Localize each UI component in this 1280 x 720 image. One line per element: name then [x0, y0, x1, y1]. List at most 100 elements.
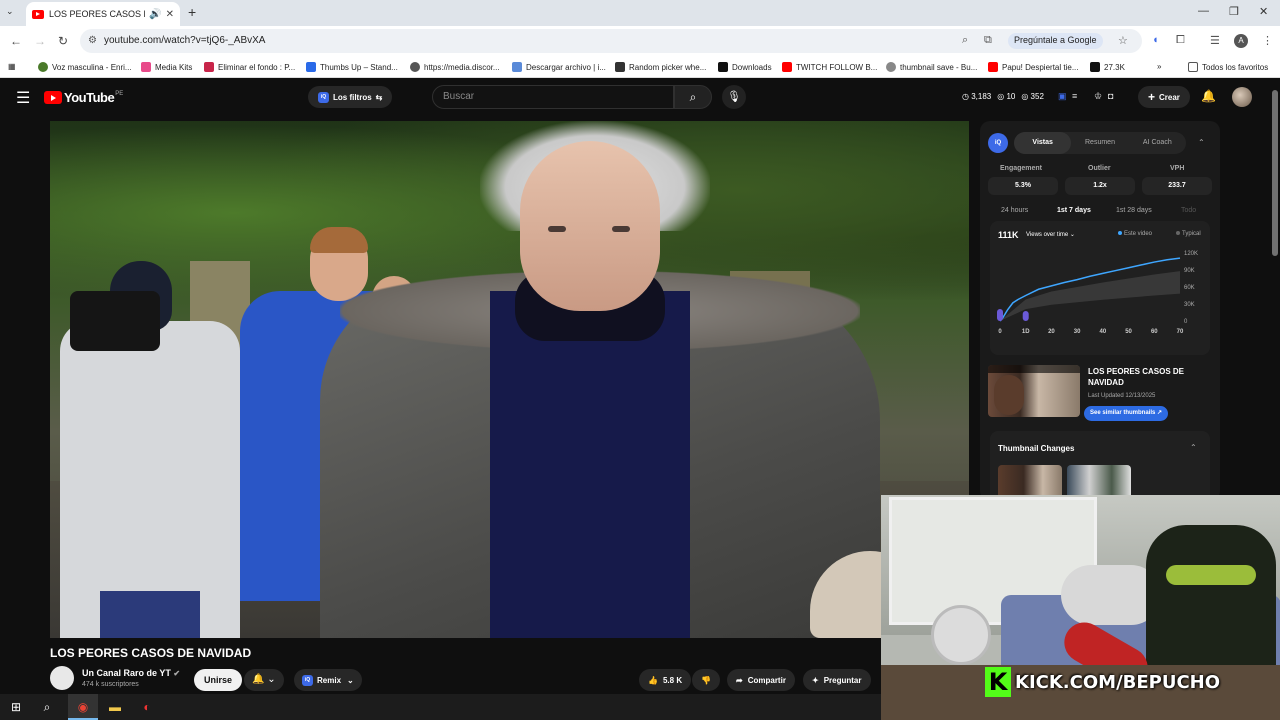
bookmark-favicon-icon: [512, 62, 522, 72]
notification-extension-icon[interactable]: ◘: [1108, 91, 1113, 101]
stat-videos-value: 10: [1006, 92, 1016, 101]
hamburger-menu-icon[interactable]: ☰: [16, 88, 30, 108]
ask-label: Preguntar: [823, 675, 862, 685]
create-button[interactable]: + Crear: [1138, 86, 1190, 108]
windows-start-icon[interactable]: ⊞: [7, 699, 25, 715]
more-bookmarks-icon[interactable]: »: [1157, 62, 1161, 71]
install-icon[interactable]: ⧉: [984, 34, 992, 47]
bookmark-item[interactable]: Descargar archivo | i...: [512, 62, 606, 72]
bookmark-label: 27.3K: [1104, 62, 1125, 72]
video-thumbnail[interactable]: [988, 365, 1080, 417]
address-bar[interactable]: ⚙ youtube.com/watch?v=tjQ6-_ABvXA ⌕ ⧉ Pr…: [80, 29, 1142, 53]
search-input[interactable]: Buscar: [432, 85, 674, 109]
chevron-up-icon[interactable]: ⌃: [1190, 443, 1197, 452]
tab-list-icon[interactable]: ⌄: [6, 6, 14, 17]
subscription-bell-button[interactable]: 🔔 ⌄: [244, 669, 284, 691]
tab-audio-icon[interactable]: 🔊: [149, 9, 161, 20]
bookmark-label: thumbnail save - Bu...: [900, 62, 978, 72]
bookmark-item[interactable]: Eliminar el fondo : P...: [204, 62, 295, 72]
search-button[interactable]: ⌕: [674, 85, 712, 109]
period-28d[interactable]: 1st 28 days: [1116, 207, 1152, 214]
browser-tab[interactable]: LOS PEORES CASOS DE NA 🔊 ✕: [26, 2, 180, 26]
ask-button[interactable]: ✦ Preguntar: [803, 669, 871, 691]
bookmark-item[interactable]: Thumbs Up – Stand...: [306, 62, 398, 72]
iq-extension-icon[interactable]: ▣: [1058, 91, 1067, 102]
site-info-icon[interactable]: ⚙: [88, 35, 97, 46]
bookmark-item[interactable]: thumbnail save - Bu...: [886, 62, 977, 72]
chevron-up-icon[interactable]: ⌃: [1198, 138, 1205, 147]
user-avatar[interactable]: [1232, 87, 1252, 107]
bookmark-item[interactable]: TWITCH FOLLOW B...: [782, 62, 877, 72]
reading-list-icon[interactable]: ☰: [1210, 34, 1220, 47]
join-button[interactable]: Unirse: [194, 669, 243, 691]
zoom-icon[interactable]: ⌕: [962, 34, 968, 47]
bookmark-favicon-icon: [306, 62, 316, 72]
like-button[interactable]: 👍 5.8 K: [639, 669, 692, 691]
back-icon[interactable]: ←: [10, 34, 22, 48]
bookmark-item[interactable]: Papu! Despiertal tie...: [988, 62, 1078, 72]
ask-google-button[interactable]: Pregúntale a Google: [1008, 33, 1103, 49]
taskbar-search-icon[interactable]: ⌕: [38, 699, 56, 715]
webcam-fan: [931, 605, 991, 665]
period-all[interactable]: Todo: [1181, 207, 1196, 214]
video-player[interactable]: [50, 121, 969, 638]
x-tick-label: 20: [1048, 329, 1055, 335]
apps-icon[interactable]: ▦: [8, 62, 16, 71]
voice-search-button[interactable]: 🎙: [722, 85, 746, 109]
all-favorites[interactable]: Todos los favoritos: [1188, 62, 1268, 72]
chrome-taskbar-icon[interactable]: ◉: [74, 699, 92, 715]
notifications-bell-icon[interactable]: 🔔: [1201, 89, 1216, 103]
bookmark-favicon-icon: [141, 62, 151, 72]
new-tab-button[interactable]: +: [188, 4, 196, 20]
man-eye: [548, 226, 566, 232]
similar-video-title: LOS PEORES CASOS DE NAVIDAD: [1088, 367, 1185, 387]
tab-close-icon[interactable]: ✕: [166, 9, 174, 20]
metric-label: VPH: [1170, 165, 1185, 172]
page-scrollbar[interactable]: [1272, 90, 1278, 256]
see-similar-thumbnails-button[interactable]: See similar thumbnails ↗: [1084, 406, 1169, 421]
metric-value: 5.3%: [988, 177, 1058, 195]
obs-taskbar-icon[interactable]: ◐: [138, 699, 156, 715]
chart-metric-dropdown[interactable]: Views over time ⌄: [1026, 231, 1075, 238]
youtube-logo[interactable]: YouTube PE: [44, 90, 123, 105]
bookmark-label: https://media.discor...: [424, 62, 500, 72]
tab-ai-coach[interactable]: AI Coach: [1129, 132, 1186, 154]
bookmark-item[interactable]: Random picker whe...: [615, 62, 706, 72]
bookmark-item[interactable]: https://media.discor...: [410, 62, 500, 72]
minimize-icon[interactable]: —: [1198, 5, 1209, 17]
search-icon: ⌕: [689, 90, 697, 104]
bookmark-item[interactable]: Media Kits: [141, 62, 192, 72]
youtube-wordmark: YouTube: [64, 90, 115, 105]
maximize-icon[interactable]: ❐: [1229, 5, 1239, 18]
tab-resumen[interactable]: Resumen: [1071, 132, 1128, 154]
tab-vistas[interactable]: Vistas: [1014, 132, 1072, 154]
filters-button[interactable]: iQ Los filtros ⇆: [308, 86, 393, 108]
stat-views-value: 3,183: [971, 92, 992, 101]
window-close-icon[interactable]: ✕: [1259, 5, 1268, 18]
bookmark-item[interactable]: Voz masculina - Enri...: [38, 62, 132, 72]
channel-avatar[interactable]: [50, 666, 74, 690]
stat-videos: ◎ 10: [997, 92, 1016, 101]
remix-button[interactable]: iQ Remix ⌄: [294, 669, 362, 691]
extensions-puzzle-icon[interactable]: ⧠: [1176, 34, 1185, 47]
share-button[interactable]: ➦ Compartir: [727, 669, 795, 691]
file-explorer-icon[interactable]: ▬: [106, 699, 124, 715]
forward-icon[interactable]: →: [34, 34, 46, 48]
period-24h[interactable]: 24 hours: [1001, 207, 1028, 214]
bookmark-label: Papu! Despiertal tie...: [1002, 62, 1079, 72]
bookmark-item[interactable]: 27.3K: [1090, 62, 1125, 72]
settings-lines-icon[interactable]: ≡: [1072, 91, 1077, 101]
reload-icon[interactable]: ↻: [58, 34, 68, 48]
period-7d[interactable]: 1st 7 days: [1057, 207, 1091, 214]
trophy-icon[interactable]: ♔: [1094, 91, 1102, 102]
profile-avatar[interactable]: A: [1234, 34, 1248, 48]
verified-icon: ✔: [173, 669, 181, 678]
bookmark-item[interactable]: Downloads: [718, 62, 772, 72]
channel-name[interactable]: Un Canal Raro de YT ✔: [82, 668, 180, 678]
x-tick-label: 1D: [1022, 329, 1030, 335]
cameraman-legs: [100, 591, 200, 638]
chrome-menu-icon[interactable]: ⋮: [1262, 34, 1273, 47]
extension-icon[interactable]: ◖: [1152, 34, 1159, 46]
bookmark-star-icon[interactable]: ☆: [1118, 34, 1128, 47]
dislike-button[interactable]: 👎: [692, 669, 720, 691]
